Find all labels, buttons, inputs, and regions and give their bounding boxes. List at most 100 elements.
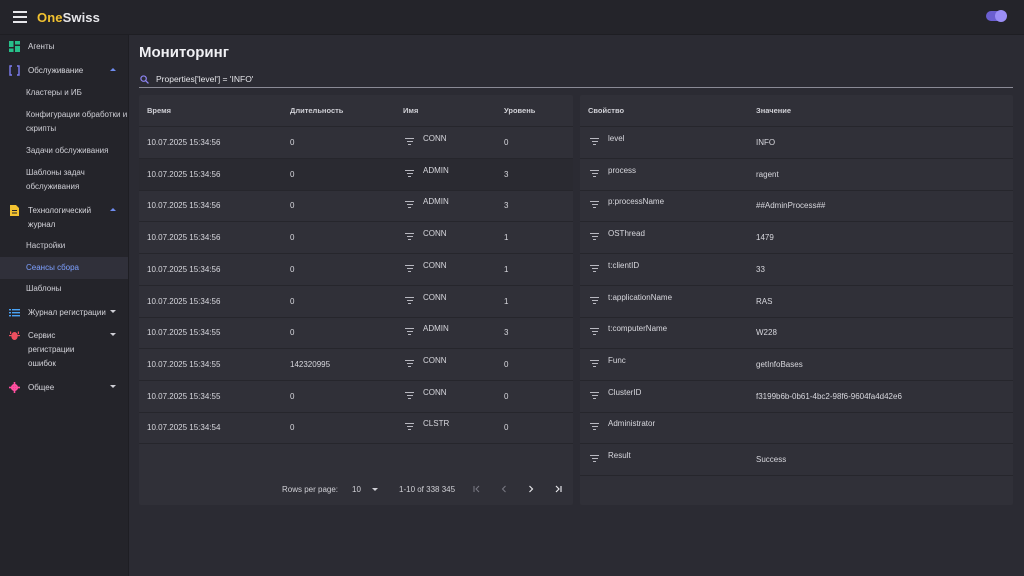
cell-name: CONN	[423, 260, 447, 270]
table-pagination: Rows per page: 10 1-10 of 338 345	[139, 474, 573, 505]
filter-icon[interactable]	[590, 264, 599, 273]
last-page-icon[interactable]	[552, 483, 564, 495]
sidebar-subitem-clusters[interactable]: Кластеры и ИБ	[0, 86, 128, 100]
cell-property: ClusterID	[608, 387, 642, 397]
filter-icon[interactable]	[590, 169, 599, 178]
chevron-down-icon	[110, 310, 116, 313]
table-row[interactable]: 10.07.2025 15:34:56 0 CONN 1	[139, 286, 573, 318]
table-row[interactable]: Administrator	[580, 412, 1013, 445]
sidebar-subitem-task-templates[interactable]: Шаблоны задач обслуживания	[0, 166, 128, 194]
filter-icon[interactable]	[405, 359, 414, 368]
cell-name: ADMIN	[423, 197, 449, 207]
filter-icon[interactable]	[405, 328, 414, 336]
filter-icon[interactable]	[590, 233, 599, 241]
filter-icon[interactable]	[405, 264, 414, 273]
sidebar-subitem-templates[interactable]: Шаблоны	[0, 282, 128, 296]
column-header-level[interactable]: Уровень	[504, 95, 535, 126]
logo-part-one: One	[37, 9, 63, 25]
table-row[interactable]: 10.07.2025 15:34:56 0 CONN 1	[139, 254, 573, 286]
filter-icon[interactable]	[590, 423, 599, 431]
cell-duration: 0	[290, 391, 295, 401]
table-row[interactable]: 10.07.2025 15:34:56 0 CONN 1	[139, 222, 573, 255]
app-logo[interactable]: OneSwiss	[37, 10, 100, 25]
document-icon	[10, 205, 19, 216]
table-row[interactable]: 10.07.2025 15:34:56 0 ADMIN 3	[139, 190, 573, 223]
theme-toggle[interactable]	[986, 10, 1007, 22]
bug-icon	[9, 331, 20, 340]
table-row[interactable]: Result Success	[580, 444, 1013, 476]
sidebar-item-techlog[interactable]: Технологический журнал	[0, 204, 128, 232]
cell-duration: 0	[290, 138, 295, 147]
search-input[interactable]	[156, 74, 956, 84]
cell-level: 1	[504, 296, 509, 306]
column-header-duration[interactable]: Длительность	[290, 95, 343, 126]
cell-value: getInfoBases	[756, 359, 803, 369]
filter-icon[interactable]	[405, 391, 414, 400]
main-content: Мониторинг Время Длительность Имя Уровен…	[129, 35, 1024, 576]
hamburger-menu-icon[interactable]	[13, 11, 27, 23]
cell-duration: 0	[290, 264, 295, 274]
sidebar-item-label: Журнал регистрации	[28, 308, 106, 317]
sidebar-item-agents[interactable]: Агенты	[0, 40, 128, 54]
chevron-down-icon	[110, 333, 116, 336]
filter-icon[interactable]	[590, 328, 599, 336]
cell-duration: 0	[290, 169, 295, 179]
cell-property: p:processName	[608, 197, 665, 207]
sidebar-subitem-tasks[interactable]: Задачи обслуживания	[0, 144, 128, 158]
filter-icon[interactable]	[590, 296, 599, 305]
column-header-time[interactable]: Время	[147, 95, 171, 126]
sidebar-item-common[interactable]: Общее	[0, 381, 128, 395]
cell-property: Administrator	[608, 419, 656, 429]
column-header-property[interactable]: Свойство	[588, 95, 624, 126]
filter-icon[interactable]	[590, 391, 599, 400]
table-row[interactable]: t:computerName W228	[580, 317, 1013, 350]
chevron-down-icon	[110, 385, 116, 388]
filter-icon[interactable]	[405, 169, 414, 178]
cell-name: CONN	[423, 134, 447, 143]
sidebar-item-error-service[interactable]: Сервис регистрации ошибок	[0, 329, 128, 371]
filter-icon[interactable]	[405, 423, 414, 431]
sidebar-item-service[interactable]: Обслуживание	[0, 64, 128, 78]
table-row[interactable]: 10.07.2025 15:34:55 142320995 CONN 0	[139, 349, 573, 381]
table-row[interactable]: OSThread 1479	[580, 222, 1013, 255]
table-row[interactable]: 10.07.2025 15:34:55 0 ADMIN 3	[139, 317, 573, 350]
cell-name: ADMIN	[423, 324, 449, 334]
column-header-name[interactable]: Имя	[403, 95, 418, 126]
properties-table: Свойство Значение level INFO process ragent…	[580, 95, 1013, 505]
events-table: Время Длительность Имя Уровень 10.07.202…	[139, 95, 573, 505]
cell-level: 0	[504, 423, 509, 433]
filter-icon[interactable]	[405, 138, 414, 146]
sidebar-subitem-sessions[interactable]: Сеансы сбора	[0, 257, 128, 279]
table-row[interactable]: Func getInfoBases	[580, 349, 1013, 381]
table-row[interactable]: p:processName ##AdminProcess##	[580, 190, 1013, 223]
cell-time: 10.07.2025 15:34:56	[147, 201, 221, 211]
cell-value: RAS	[756, 296, 773, 306]
brackets-icon	[9, 65, 20, 76]
previous-page-icon[interactable]	[498, 483, 510, 495]
filter-icon[interactable]	[590, 455, 599, 463]
list-icon	[9, 309, 20, 317]
cell-time: 10.07.2025 15:34:56	[147, 138, 221, 147]
filter-icon[interactable]	[405, 233, 414, 241]
search-icon	[140, 74, 149, 84]
sidebar-subitem-settings[interactable]: Настройки	[0, 239, 128, 253]
table-row[interactable]: 10.07.2025 15:34:55 0 CONN 0	[139, 381, 573, 413]
filter-icon[interactable]	[405, 296, 414, 305]
first-page-icon[interactable]	[471, 483, 483, 495]
filter-icon[interactable]	[590, 359, 599, 368]
column-header-value[interactable]: Значение	[756, 95, 791, 126]
table-row[interactable]: 10.07.2025 15:34:56 0 ADMIN 3	[139, 158, 573, 191]
rows-per-page-select[interactable]: 10	[352, 474, 361, 505]
filter-icon[interactable]	[590, 138, 599, 146]
table-row[interactable]: 10.07.2025 15:34:54 0 CLSTR 0	[139, 412, 573, 445]
filter-icon[interactable]	[405, 201, 414, 209]
next-page-icon[interactable]	[525, 483, 537, 495]
table-row[interactable]: level INFO	[580, 127, 1013, 159]
gear-icon	[9, 382, 20, 393]
filter-icon[interactable]	[590, 201, 599, 209]
cell-duration: 0	[290, 201, 295, 211]
top-app-bar: OneSwiss	[0, 0, 1024, 35]
sidebar-subitem-configs[interactable]: Конфигурации обработки и скрипты	[0, 108, 128, 136]
table-row[interactable]: 10.07.2025 15:34:56 0 CONN 0	[139, 127, 573, 159]
sidebar-item-reglog[interactable]: Журнал регистрации	[0, 306, 128, 320]
